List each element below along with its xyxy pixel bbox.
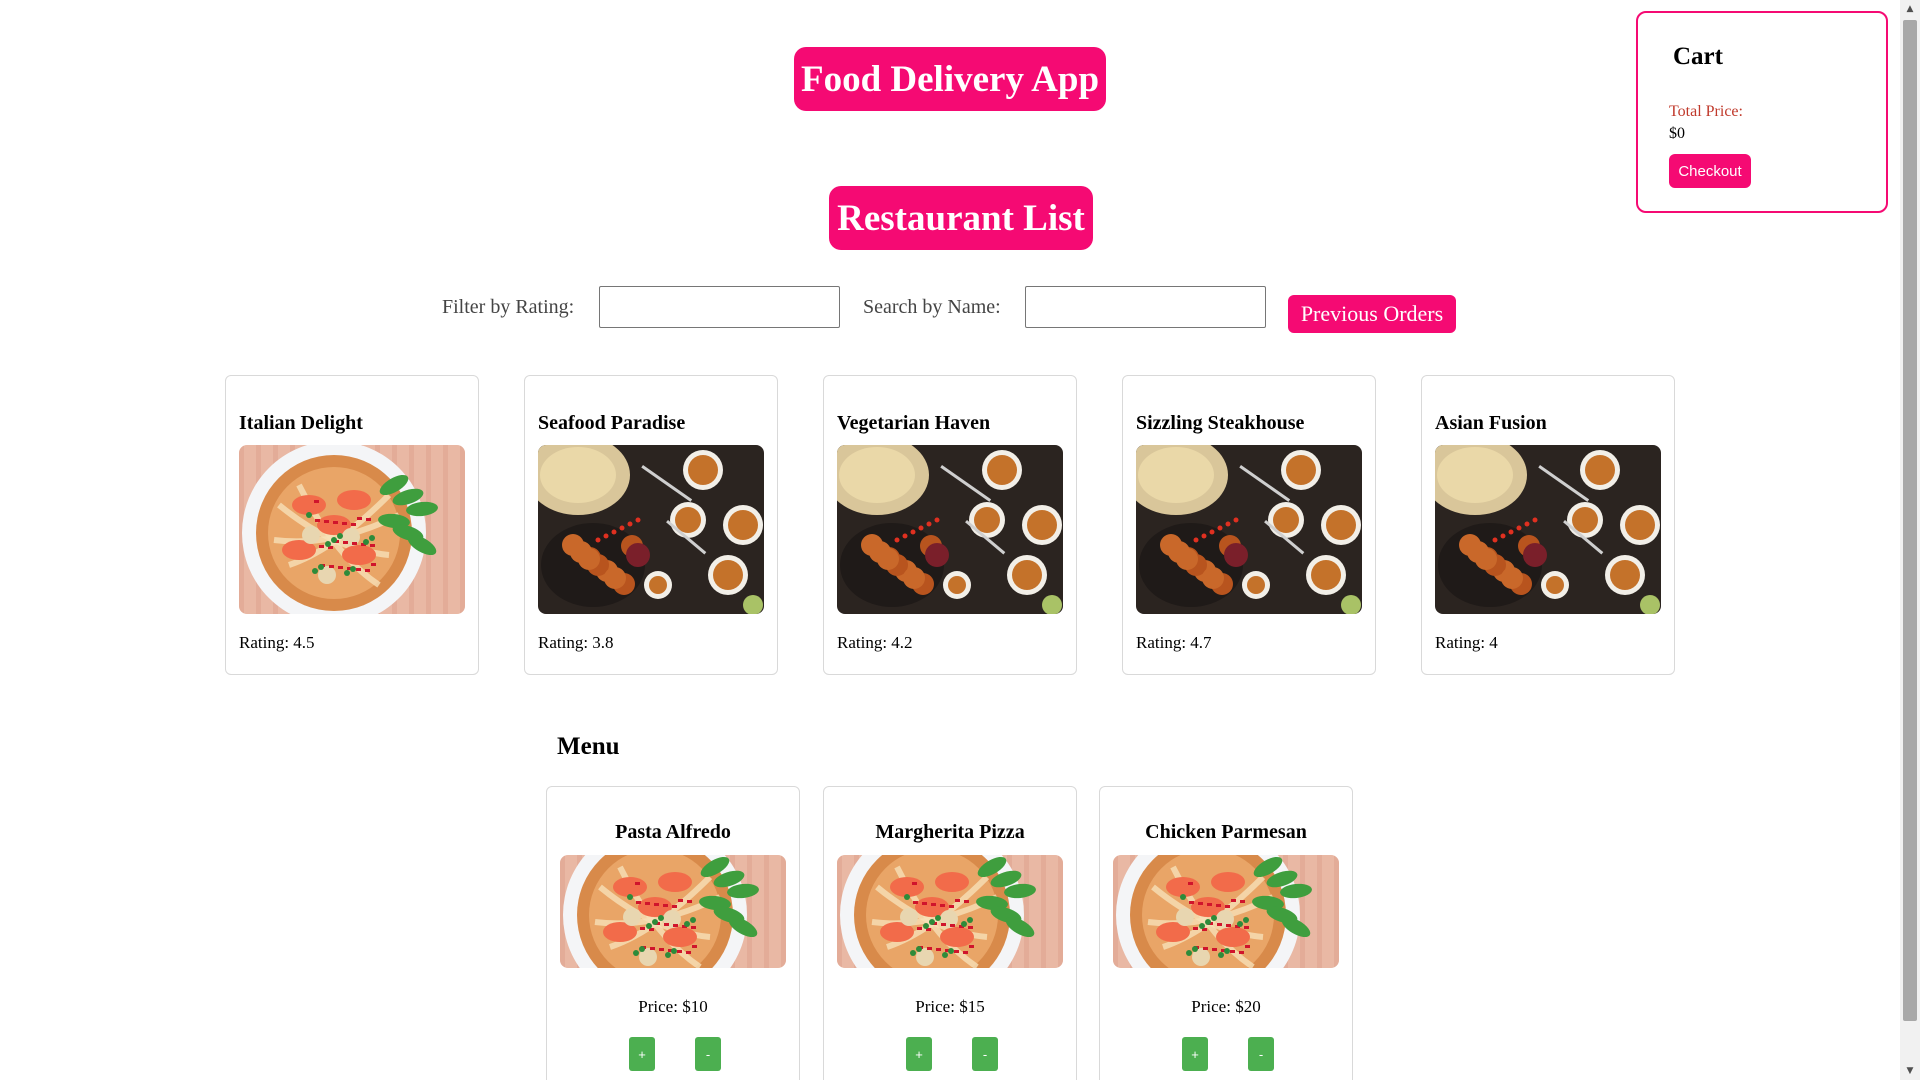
- menu-item-name: Pasta Alfredo: [615, 821, 731, 843]
- previous-orders-button[interactable]: Previous Orders: [1288, 295, 1456, 333]
- menu-item-price: Price: $10: [638, 997, 708, 1016]
- cart-title: Cart: [1673, 43, 1723, 70]
- restaurant-rating: Rating: 4.7: [1136, 633, 1212, 652]
- search-name-input[interactable]: [1025, 286, 1266, 328]
- menu-item-card: Chicken Parmesan Price: $20 + -: [1099, 786, 1353, 1080]
- menu-item-image: [837, 855, 1063, 968]
- restaurant-name: Sizzling Steakhouse: [1136, 412, 1305, 434]
- triangle-up-icon[interactable]: ▲: [1900, 0, 1920, 18]
- restaurant-list-heading: Restaurant List: [829, 186, 1093, 250]
- restaurant-card[interactable]: Asian Fusion Rating: 4: [1421, 375, 1675, 675]
- add-label: +: [1191, 1046, 1199, 1062]
- restaurant-list-heading-text: Restaurant List: [837, 197, 1085, 239]
- restaurant-name: Seafood Paradise: [538, 412, 686, 434]
- restaurant-image: [1435, 445, 1661, 614]
- checkout-label: Checkout: [1678, 162, 1742, 180]
- scrollbar-thumb[interactable]: [1903, 20, 1917, 1021]
- restaurant-card[interactable]: Sizzling Steakhouse Rating: 4.7: [1122, 375, 1376, 675]
- menu-heading: Menu: [557, 733, 620, 760]
- cart-panel: Cart Total Price: $0 Checkout: [1636, 11, 1888, 213]
- restaurant-card[interactable]: Vegetarian Haven Rating: 4.2: [823, 375, 1077, 675]
- total-price-value: $0: [1669, 125, 1685, 142]
- restaurant-name: Vegetarian Haven: [837, 412, 991, 434]
- restaurant-rating: Rating: 4.2: [837, 633, 913, 652]
- add-to-cart-button[interactable]: +: [906, 1037, 932, 1071]
- filter-rating-input[interactable]: [599, 286, 840, 328]
- menu-item-card: Margherita Pizza Price: $15 + -: [823, 786, 1077, 1080]
- filter-rating-label: Filter by Rating:: [442, 296, 575, 318]
- restaurant-image: [239, 445, 465, 614]
- remove-from-cart-button[interactable]: -: [695, 1037, 721, 1071]
- previous-orders-label: Previous Orders: [1300, 301, 1444, 326]
- search-name-label: Search by Name:: [863, 296, 1001, 318]
- menu-item-image: [1113, 855, 1339, 968]
- total-price-label: Total Price:: [1669, 103, 1743, 120]
- restaurant-rating: Rating: 4: [1435, 633, 1498, 652]
- restaurant-name: Italian Delight: [239, 412, 363, 434]
- restaurant-card[interactable]: Seafood Paradise Rating: 3.8: [524, 375, 778, 675]
- remove-label: -: [1258, 1046, 1264, 1062]
- app-title: Food Delivery App: [794, 47, 1106, 111]
- page: Food Delivery App Restaurant List Filter…: [0, 0, 1920, 1080]
- restaurant-name: Asian Fusion: [1435, 412, 1547, 434]
- restaurant-rating: Rating: 3.8: [538, 633, 614, 652]
- menu-item-price: Price: $15: [915, 997, 985, 1016]
- restaurant-image: [837, 445, 1063, 614]
- restaurant-image: [1136, 445, 1362, 614]
- app-title-text: Food Delivery App: [800, 58, 1100, 100]
- scrollbar[interactable]: ▲ ▼: [1900, 0, 1920, 1080]
- remove-label: -: [705, 1046, 711, 1062]
- restaurant-image: [538, 445, 764, 614]
- remove-from-cart-button[interactable]: -: [1248, 1037, 1274, 1071]
- menu-item-image: [560, 855, 786, 968]
- add-to-cart-button[interactable]: +: [629, 1037, 655, 1071]
- restaurant-card[interactable]: Italian Delight Rating: 4.5: [225, 375, 479, 675]
- triangle-down-icon[interactable]: ▼: [1900, 1062, 1920, 1080]
- menu-item-price: Price: $20: [1191, 997, 1261, 1016]
- menu-item-name: Margherita Pizza: [875, 821, 1025, 843]
- menu-item-name: Chicken Parmesan: [1145, 821, 1307, 843]
- remove-from-cart-button[interactable]: -: [972, 1037, 998, 1071]
- remove-label: -: [982, 1046, 988, 1062]
- checkout-button[interactable]: Checkout: [1669, 154, 1751, 188]
- add-label: +: [915, 1046, 923, 1062]
- menu-item-card: Pasta Alfredo Price: $10 + -: [546, 786, 800, 1080]
- add-label: +: [638, 1046, 646, 1062]
- restaurant-rating: Rating: 4.5: [239, 633, 315, 652]
- add-to-cart-button[interactable]: +: [1182, 1037, 1208, 1071]
